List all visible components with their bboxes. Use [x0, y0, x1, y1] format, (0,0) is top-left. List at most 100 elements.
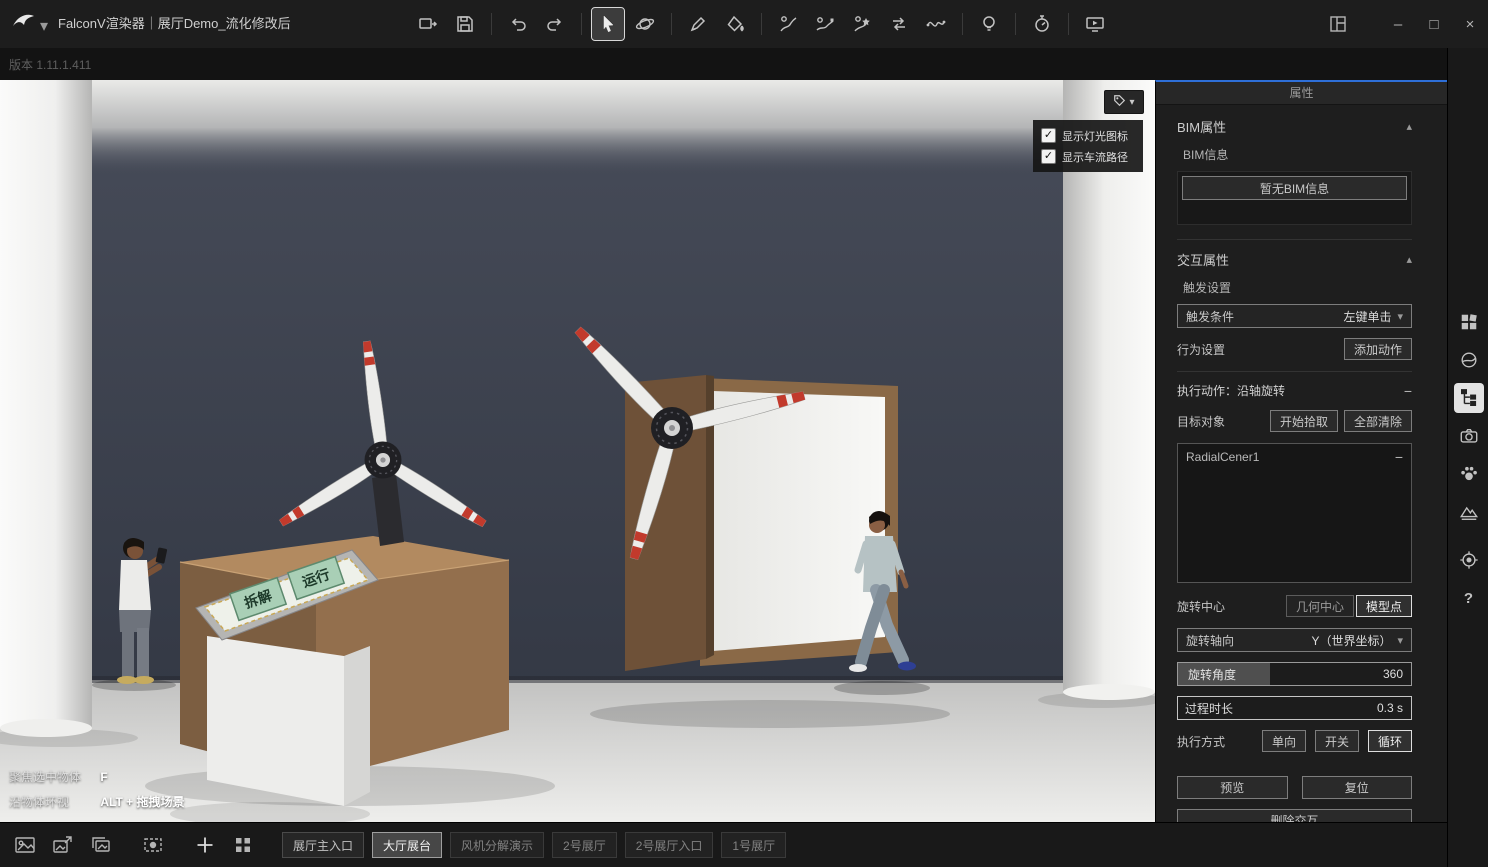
clear-all-button[interactable]: 全部清除 — [1344, 410, 1412, 432]
ceiling — [0, 80, 1155, 175]
tab-hall-1[interactable]: 1号展厅 — [721, 832, 786, 858]
interaction-section-header[interactable]: 交互属性 ▴ — [1177, 250, 1412, 269]
hint-orbit: 沿物体环视 ALT + 拖拽场景 — [9, 793, 184, 810]
show-light-icons-option[interactable]: ✓ 显示灯光图标 — [1041, 128, 1135, 144]
collapse-chevron-icon[interactable]: ▴ — [1406, 253, 1412, 266]
toolbar-separator — [671, 13, 672, 35]
trigger-condition-value: 左键单击 — [1343, 308, 1391, 325]
tab-turbine-demo[interactable]: 风机分解演示 — [450, 832, 544, 858]
tab-hall-main-entrance[interactable]: 展厅主入口 — [282, 832, 364, 858]
timer-icon[interactable] — [1026, 8, 1058, 40]
trigger-condition-dropdown[interactable]: 触发条件 左键单击 ▾ — [1177, 304, 1412, 328]
layout-grid-icon[interactable] — [1320, 0, 1356, 48]
redo-icon[interactable] — [539, 8, 571, 40]
environment-icon[interactable] — [1454, 345, 1484, 375]
collapse-chevron-icon[interactable]: ▴ — [1406, 120, 1412, 133]
camera-icon[interactable] — [1454, 421, 1484, 451]
viewport[interactable]: 拆解 运行 — [0, 80, 1155, 822]
divider — [1177, 239, 1412, 240]
anim-keyframe-icon[interactable] — [846, 8, 878, 40]
properties-panel: 属性 BIM属性 ▴ BIM信息 暂无BIM信息 交互属性 ▴ 触发设置 触发条… — [1155, 80, 1447, 822]
scene-tree-icon[interactable] — [1454, 383, 1484, 413]
tab-lobby-stage[interactable]: 大厅展台 — [372, 832, 442, 858]
app-window: ▾ FalconV渲染器｜展厅Demo_流化修改后 — [0, 0, 1488, 867]
start-pick-button[interactable]: 开始拾取 — [1270, 410, 1338, 432]
terrain-icon[interactable] — [1454, 497, 1484, 527]
add-action-button[interactable]: 添加动作 — [1344, 338, 1412, 360]
effects-icon[interactable] — [1454, 459, 1484, 489]
panel-title: 属性 — [1156, 82, 1447, 105]
thumbnail-grid-icon[interactable] — [228, 830, 258, 860]
model-point-button[interactable]: 模型点 — [1356, 595, 1412, 617]
display-options-button[interactable]: ▾ — [1104, 90, 1144, 114]
tab-hall-2-entrance[interactable]: 2号展厅入口 — [625, 832, 714, 858]
tab-hall-2[interactable]: 2号展厅 — [552, 832, 617, 858]
demo-screen-icon[interactable] — [1079, 8, 1111, 40]
maximize-button[interactable]: □ — [1416, 0, 1452, 48]
exec-mode-label: 执行方式 — [1177, 733, 1225, 750]
mode-single-button[interactable]: 单向 — [1262, 730, 1306, 752]
main-toolbar — [412, 0, 1111, 48]
window-title: FalconV渲染器｜展厅Demo_流化修改后 — [58, 0, 291, 48]
app-logo-menu[interactable]: ▾ — [10, 10, 48, 41]
rotate-angle-value[interactable]: 360 — [1270, 663, 1411, 685]
behavior-settings-label: 行为设置 — [1177, 341, 1225, 358]
widgets-icon[interactable] — [1454, 307, 1484, 337]
rotate-axis-value: Y（世界坐标） — [1311, 632, 1391, 649]
checkbox-traffic-path[interactable]: ✓ — [1041, 149, 1056, 164]
rotate-angle-label: 旋转角度 — [1178, 663, 1270, 685]
bottom-bar: 展厅主入口 大厅展台 风机分解演示 2号展厅 2号展厅入口 1号展厅 — [0, 822, 1447, 867]
export-image-icon[interactable] — [48, 830, 78, 860]
focus-target-icon[interactable] — [1454, 545, 1484, 575]
divider — [1177, 371, 1412, 372]
pen-icon[interactable] — [682, 8, 714, 40]
light-icon[interactable] — [973, 8, 1005, 40]
anim-move-icon[interactable] — [809, 8, 841, 40]
select-cursor-icon[interactable] — [592, 8, 624, 40]
target-list-item[interactable]: RadialCener1 − — [1186, 449, 1403, 465]
mode-toggle-button[interactable]: 开关 — [1315, 730, 1359, 752]
anim-walk-icon[interactable] — [772, 8, 804, 40]
version-label: 版本 1.11.1.411 — [9, 56, 91, 73]
preview-button[interactable]: 预览 — [1177, 776, 1288, 799]
target-object-list[interactable]: RadialCener1 − — [1177, 443, 1412, 583]
viewport-3d-scene[interactable]: 拆解 运行 — [0, 80, 1155, 822]
anim-swap-icon[interactable] — [883, 8, 915, 40]
duration-input[interactable]: 过程时长 0.3 s — [1177, 696, 1412, 720]
duration-value[interactable]: 0.3 s — [1233, 697, 1411, 719]
reset-button[interactable]: 复位 — [1302, 776, 1413, 799]
paint-bucket-icon[interactable] — [719, 8, 751, 40]
action-title: 执行动作：沿轴旋转 — [1177, 382, 1285, 399]
gallery-icon[interactable] — [86, 830, 116, 860]
rotate-center-label: 旋转中心 — [1177, 598, 1225, 615]
hint-focus: 聚焦选中物体 F — [9, 768, 184, 785]
bim-info-box: 暂无BIM信息 — [1177, 171, 1412, 225]
subbar: 版本 1.11.1.411 — [0, 48, 1488, 80]
duration-label: 过程时长 — [1178, 697, 1233, 719]
bim-section-header[interactable]: BIM属性 ▴ — [1177, 117, 1412, 136]
show-traffic-path-option[interactable]: ✓ 显示车流路径 — [1041, 149, 1135, 165]
side-toolbar: ? — [1447, 48, 1488, 867]
orbit-icon[interactable] — [629, 8, 661, 40]
minimize-button[interactable]: – — [1380, 0, 1416, 48]
rotate-angle-input[interactable]: 旋转角度 360 — [1177, 662, 1412, 686]
save-icon[interactable] — [449, 8, 481, 40]
help-icon[interactable]: ? — [1454, 583, 1484, 613]
screenshot-icon[interactable] — [10, 830, 40, 860]
mode-loop-button[interactable]: 循环 — [1368, 730, 1412, 752]
toolbar-separator — [962, 13, 963, 35]
rotate-axis-dropdown[interactable]: 旋转轴向 Y（世界坐标） ▾ — [1177, 628, 1412, 652]
geometry-center-button[interactable]: 几何中心 — [1286, 595, 1354, 617]
checkbox-light-icons[interactable]: ✓ — [1041, 128, 1056, 143]
display-options-panel: ✓ 显示灯光图标 ✓ 显示车流路径 — [1033, 120, 1143, 172]
capture-region-icon[interactable] — [138, 830, 168, 860]
remove-action-icon[interactable]: − — [1404, 383, 1412, 399]
close-button[interactable]: × — [1452, 0, 1488, 48]
undo-icon[interactable] — [502, 8, 534, 40]
checkbox-traffic-path-label: 显示车流路径 — [1062, 149, 1128, 165]
add-view-icon[interactable] — [190, 830, 220, 860]
target-object-label: 目标对象 — [1177, 413, 1225, 430]
remove-target-icon[interactable]: − — [1395, 449, 1403, 465]
anim-curve-icon[interactable] — [920, 8, 952, 40]
export-exe-icon[interactable] — [412, 8, 444, 40]
